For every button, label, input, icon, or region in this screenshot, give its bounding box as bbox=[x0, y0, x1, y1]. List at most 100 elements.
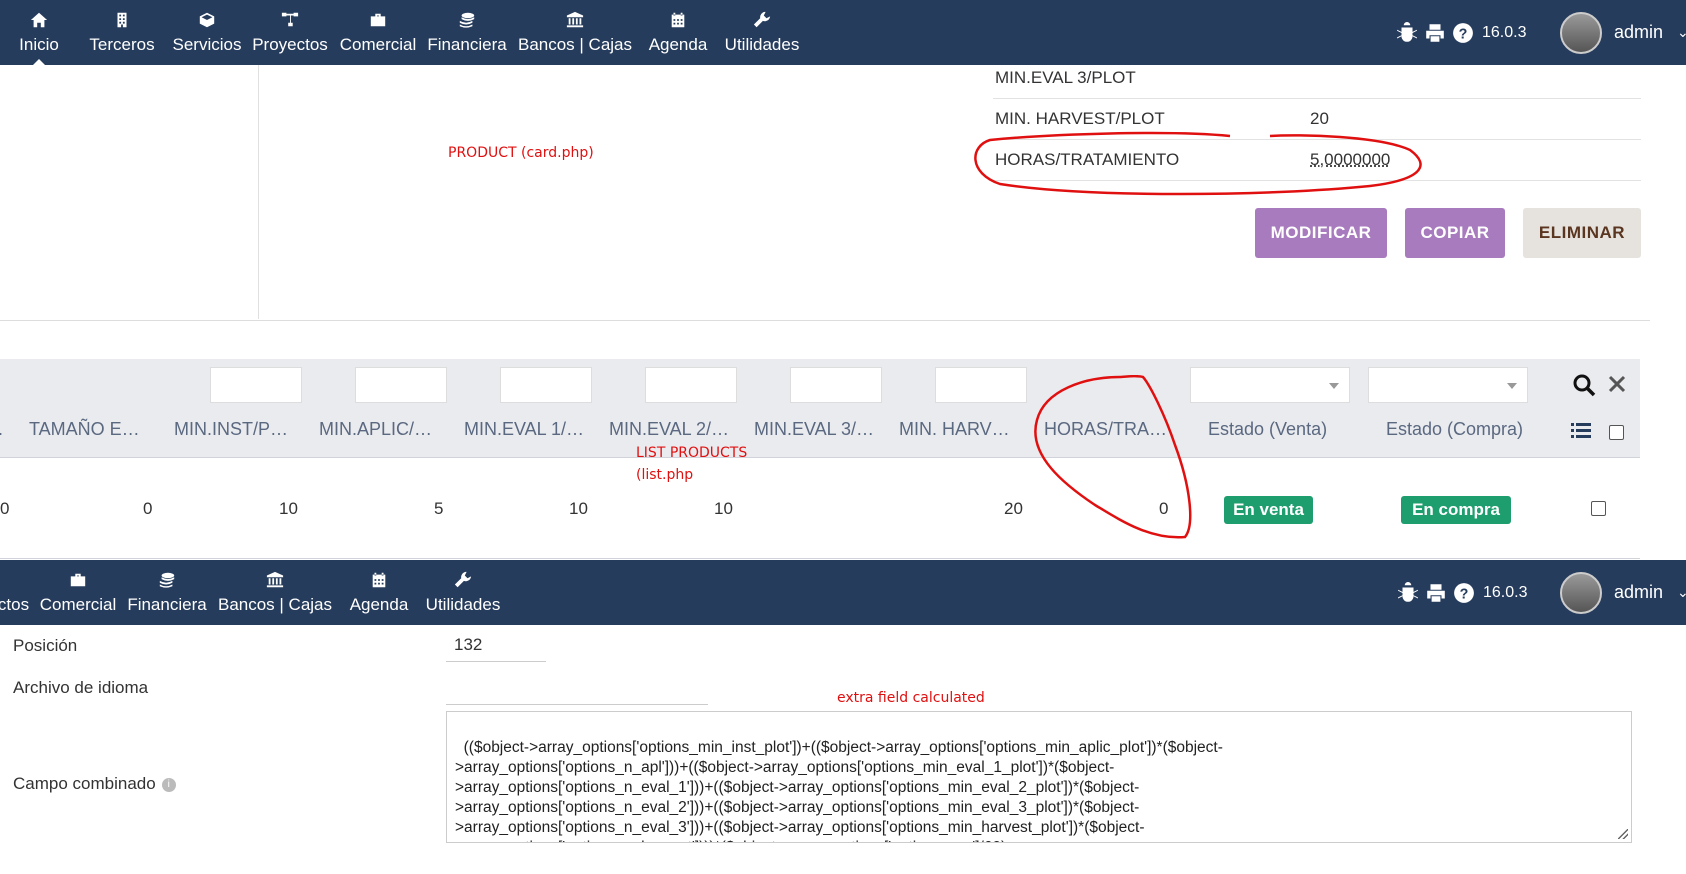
search-icon[interactable] bbox=[1572, 373, 1596, 397]
filter-input-min-aplic[interactable] bbox=[355, 367, 447, 403]
user-menu[interactable]: admin ⌄ bbox=[1560, 560, 1686, 625]
lang-file-label: Archivo de idioma bbox=[13, 678, 149, 697]
nav-utilidades[interactable]: Utilidades bbox=[425, 560, 501, 625]
nav-label: Financiera bbox=[127, 594, 207, 614]
nav-label: Comercial bbox=[39, 594, 117, 614]
nav-inicio[interactable]: Inicio bbox=[14, 0, 64, 65]
select-all-checkbox[interactable] bbox=[1609, 425, 1624, 440]
copy-button[interactable]: COPIAR bbox=[1405, 208, 1505, 258]
table-cell: 10 bbox=[714, 499, 733, 518]
nav-bancos-cajas[interactable]: Bancos | Cajas bbox=[218, 560, 332, 625]
nav-agenda[interactable]: Agenda bbox=[346, 560, 412, 625]
help-icon[interactable]: ? bbox=[1452, 22, 1474, 44]
svg-text:?: ? bbox=[1459, 26, 1468, 42]
list-header-divider bbox=[0, 457, 1640, 458]
resize-handle-icon[interactable] bbox=[1618, 829, 1628, 839]
column-header[interactable]: Estado (Compra) bbox=[1386, 419, 1523, 440]
annotation-product-card: PRODUCT (card.php) bbox=[448, 145, 594, 161]
nav-financiera[interactable]: Financiera bbox=[427, 0, 507, 65]
bank-icon bbox=[566, 11, 584, 27]
coins-icon bbox=[159, 572, 175, 588]
svg-text:?: ? bbox=[1460, 586, 1469, 602]
list-row-divider bbox=[0, 558, 1640, 559]
annotation-list-line1: LIST PRODUCTS bbox=[636, 445, 748, 461]
avatar bbox=[1560, 11, 1602, 54]
column-header[interactable]: Estado (Venta) bbox=[1208, 419, 1327, 440]
nav-terceros[interactable]: Terceros bbox=[88, 0, 156, 65]
print-icon[interactable] bbox=[1425, 582, 1447, 604]
filter-select-status-purchase[interactable] bbox=[1368, 367, 1528, 403]
field-label: MIN. HARVEST/PLOT bbox=[995, 109, 1165, 128]
toolbar-right: ? 16.0.3 bbox=[1397, 560, 1527, 625]
highlight-circle-card bbox=[974, 131, 1422, 196]
sitemap-icon bbox=[281, 12, 299, 26]
table-cell: 10 bbox=[279, 499, 298, 518]
home-icon bbox=[30, 12, 48, 27]
nav-servicios[interactable]: Servicios bbox=[172, 0, 242, 65]
row-checkbox[interactable] bbox=[1591, 501, 1606, 516]
column-header[interactable]: MIN.EVAL 1/… bbox=[464, 419, 584, 440]
filter-input-min-inst[interactable] bbox=[210, 367, 302, 403]
nav-bancos-cajas[interactable]: Bancos | Cajas bbox=[517, 0, 633, 65]
nav-comercial[interactable]: Comercial bbox=[339, 0, 417, 65]
column-header[interactable]: MIN.INST/P… bbox=[174, 419, 288, 440]
bug-icon[interactable] bbox=[1397, 581, 1419, 604]
nav-financiera[interactable]: Financiera bbox=[127, 560, 207, 625]
field-value: 20 bbox=[1310, 109, 1329, 128]
user-menu[interactable]: admin ⌄ bbox=[1560, 0, 1686, 65]
coins-icon bbox=[459, 12, 475, 28]
position-input[interactable]: 132 bbox=[446, 632, 546, 662]
column-header[interactable]: MIN.EVAL 3/… bbox=[754, 419, 874, 440]
lang-file-input[interactable] bbox=[446, 676, 708, 705]
print-icon[interactable] bbox=[1424, 22, 1446, 44]
nav-utilidades[interactable]: Utilidades bbox=[724, 0, 800, 65]
nav-label: Bancos | Cajas bbox=[517, 34, 633, 54]
formula-textarea[interactable]: (($object->array_options['options_min_in… bbox=[446, 711, 1632, 843]
status-badge-purchase: En compra bbox=[1401, 496, 1511, 524]
nav-label: Proyectos bbox=[252, 34, 328, 54]
filter-select-status-sale[interactable] bbox=[1190, 367, 1350, 403]
modify-button[interactable]: MODIFICAR bbox=[1255, 208, 1387, 258]
left-panel-divider bbox=[258, 65, 259, 319]
column-header[interactable]: MIN.APLIC/… bbox=[319, 419, 432, 440]
column-header[interactable]: MIN.EVAL 2/… bbox=[609, 419, 729, 440]
filter-input-min-eval3[interactable] bbox=[790, 367, 882, 403]
wrench-icon bbox=[753, 11, 771, 27]
nav-proyectos[interactable]: Proyectos bbox=[252, 0, 328, 65]
nav-label: Inicio bbox=[19, 34, 59, 54]
filter-input-min-harvest[interactable] bbox=[935, 367, 1027, 403]
toolbar-right: ? 16.0.3 bbox=[1396, 0, 1526, 65]
nav-agenda[interactable]: Agenda bbox=[645, 0, 711, 65]
bug-icon[interactable] bbox=[1396, 21, 1418, 44]
filter-input-min-eval1[interactable] bbox=[500, 367, 592, 403]
field-row-min-eval3: MIN.EVAL 3/PLOT bbox=[993, 58, 1641, 99]
filter-input-min-eval2[interactable] bbox=[645, 367, 737, 403]
nav-label: Utilidades bbox=[425, 594, 501, 614]
nav-proyectos-partial[interactable]: ctos bbox=[0, 560, 30, 625]
column-header[interactable]: TAMAÑO E… bbox=[29, 419, 140, 440]
nav-comercial[interactable]: Comercial bbox=[39, 560, 117, 625]
nav-label: Financiera bbox=[427, 34, 507, 54]
nav-label: Comercial bbox=[339, 34, 417, 54]
list-icon[interactable] bbox=[1571, 422, 1591, 438]
building-icon bbox=[117, 12, 127, 27]
version-label: 16.0.3 bbox=[1482, 23, 1527, 41]
bank-icon bbox=[266, 571, 284, 587]
nav-label: Agenda bbox=[349, 594, 409, 614]
table-cell: 0 bbox=[143, 499, 153, 518]
nav-label: ctos bbox=[0, 594, 30, 614]
chevron-down-icon: ⌄ bbox=[1677, 584, 1686, 600]
calendar-icon bbox=[372, 572, 386, 587]
avatar bbox=[1560, 571, 1602, 614]
chevron-down-icon: ⌄ bbox=[1677, 24, 1686, 40]
column-header[interactable]: MIN. HARV… bbox=[899, 419, 1010, 440]
briefcase-icon bbox=[370, 13, 386, 26]
column-header-prev: . bbox=[0, 419, 3, 440]
highlight-circle-list bbox=[1034, 375, 1192, 539]
help-icon[interactable]: ? bbox=[1453, 582, 1475, 604]
briefcase-icon bbox=[70, 573, 86, 586]
user-name: admin bbox=[1614, 582, 1664, 602]
close-icon[interactable] bbox=[1608, 375, 1626, 393]
delete-button[interactable]: ELIMINAR bbox=[1523, 208, 1641, 258]
annotation-extrafield: extra field calculated bbox=[837, 690, 985, 706]
